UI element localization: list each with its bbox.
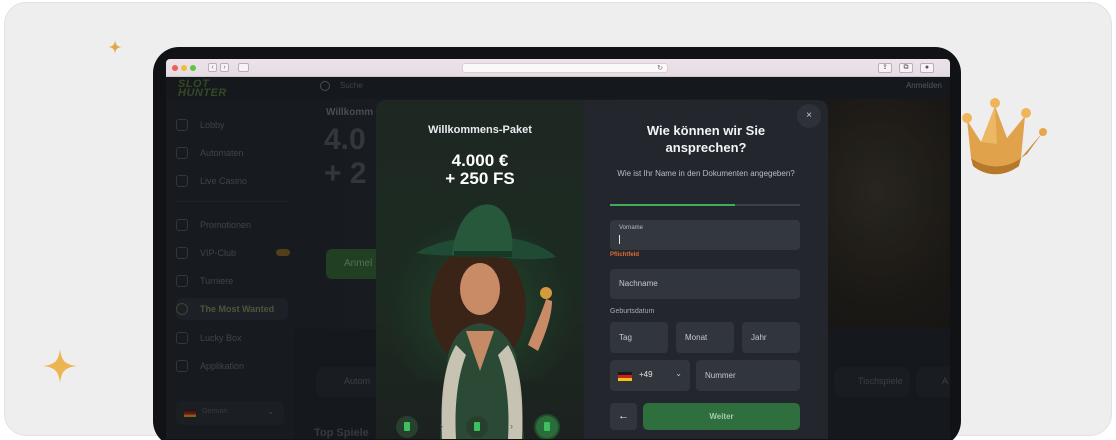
step-arrow-icon: › (440, 421, 443, 431)
welcome-package-panel: Willkommens-Paket 4.000 € + 250 FS › › (376, 100, 584, 439)
back-nav-button[interactable]: ‹ (208, 63, 217, 72)
promo-amount-line-2: + 250 FS (445, 169, 515, 188)
step-2-icon (466, 416, 488, 438)
form-subtitle: Wie ist Ihr Name in den Dokumenten angeg… (617, 169, 795, 178)
character-illustration (416, 204, 556, 439)
form-title: Wie können wir Sie ansprechen? (646, 123, 766, 155)
share-icon[interactable]: ⇪ (878, 63, 892, 73)
step-indicator: › › (396, 416, 566, 438)
last-name-field[interactable]: Nachname (610, 269, 800, 299)
sparkle-small-icon (108, 40, 122, 54)
phone-placeholder: Nummer (705, 371, 736, 380)
german-flag-icon (618, 372, 632, 381)
last-name-placeholder: Nachname (619, 279, 658, 288)
phone-country-select[interactable]: +49 ⌄ (610, 360, 690, 391)
phone-code-value: +49 (639, 370, 653, 379)
download-icon[interactable]: ● (920, 63, 934, 73)
year-placeholder: Jahr (751, 333, 767, 342)
minimize-window-dot[interactable] (181, 65, 187, 71)
address-bar[interactable]: ↻ (462, 63, 668, 73)
registration-progress (610, 204, 800, 206)
first-name-field[interactable]: Vorname (610, 220, 800, 250)
chevron-down-icon: ⌄ (675, 369, 682, 378)
next-button-label: Weiter (709, 412, 734, 421)
close-window-dot[interactable] (172, 65, 178, 71)
crown-icon (962, 98, 1047, 175)
promo-amount: 4.000 € + 250 FS (376, 152, 584, 188)
registration-form: × Wie können wir Sie ansprechen? Wie ist… (584, 100, 828, 439)
promo-title: Willkommens-Paket (428, 124, 532, 136)
next-button[interactable]: Weiter (643, 403, 800, 430)
required-hint: Pflichtfeld (610, 252, 640, 258)
forward-nav-button[interactable]: › (220, 63, 229, 72)
step-arrow-icon: › (510, 421, 513, 431)
month-placeholder: Monat (685, 333, 708, 342)
registration-modal: Willkommens-Paket 4.000 € + 250 FS › › ×… (376, 100, 828, 439)
birth-year-field[interactable]: Jahr (742, 322, 800, 353)
birth-month-field[interactable]: Monat (676, 322, 734, 353)
first-name-label: Vorname (619, 225, 644, 231)
reload-icon[interactable]: ↻ (657, 64, 663, 72)
birth-day-field[interactable]: Tag (610, 322, 668, 353)
promo-amount-line-1: 4.000 € (451, 151, 509, 170)
progress-fill (610, 204, 736, 206)
browser-toolbar: ‹ › ↻ ⇪ ⧉ ● (166, 59, 950, 77)
step-3-icon (536, 416, 558, 438)
birthdate-label: Geburtsdatum (610, 308, 655, 315)
step-1-icon (396, 416, 418, 438)
sidebar-toggle-icon[interactable] (238, 63, 249, 72)
back-button[interactable]: ← (610, 403, 637, 430)
maximize-window-dot[interactable] (190, 65, 196, 71)
phone-number-field[interactable]: Nummer (696, 360, 800, 391)
tabs-icon[interactable]: ⧉ (899, 63, 913, 73)
browser-screen: ‹ › ↻ ⇪ ⧉ ● SLOT HUNTER Suche Anmelden L… (166, 59, 950, 439)
day-placeholder: Tag (619, 333, 632, 342)
text-cursor (619, 235, 620, 244)
sparkle-large-icon (43, 349, 77, 383)
